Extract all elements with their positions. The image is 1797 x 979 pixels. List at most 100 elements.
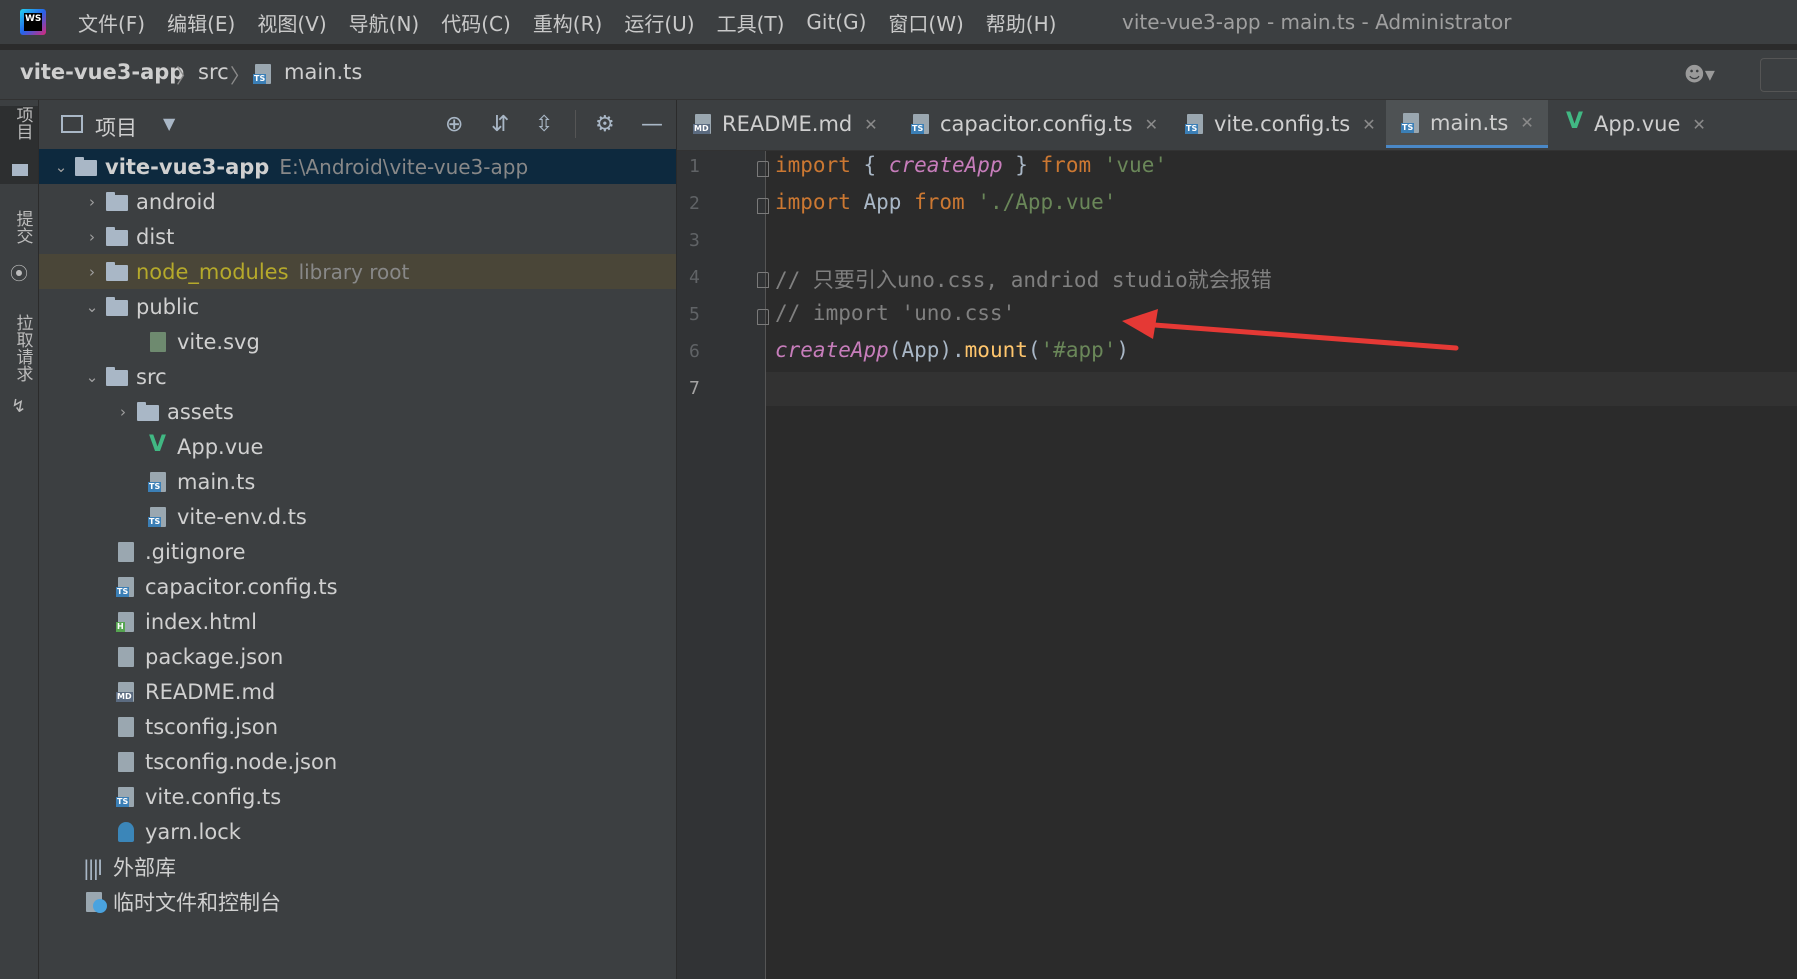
close-icon[interactable]: ✕ bbox=[1362, 115, 1375, 134]
chevron-right-icon[interactable]: › bbox=[84, 228, 100, 246]
menu-edit[interactable]: 编辑(E) bbox=[167, 8, 235, 37]
menu-git[interactable]: Git(G) bbox=[806, 10, 866, 34]
tree-item-tsconfig-node[interactable]: tsconfig.node.json bbox=[39, 744, 676, 779]
tree-item-project-root[interactable]: ⌄ vite-vue3-app E:\Android\vite-vue3-app bbox=[39, 149, 676, 184]
folder-icon bbox=[106, 261, 130, 283]
code-line-1[interactable]: import { createApp } from 'vue' bbox=[775, 153, 1167, 177]
menu-refactor[interactable]: 重构(R) bbox=[533, 8, 603, 37]
ts-file-icon: TS bbox=[115, 786, 139, 808]
tree-item-label: vite-env.d.ts bbox=[177, 504, 307, 529]
chevron-down-icon[interactable]: ⌄ bbox=[53, 158, 69, 176]
menu-window[interactable]: 窗口(W) bbox=[888, 8, 963, 37]
breadcrumb-project[interactable]: vite-vue3-app bbox=[20, 60, 184, 84]
menu-file[interactable]: 文件(F) bbox=[78, 8, 145, 37]
menu-tools[interactable]: 工具(T) bbox=[717, 8, 785, 37]
breadcrumb-src[interactable]: src bbox=[198, 60, 229, 84]
chevron-down-icon[interactable]: ▼ bbox=[163, 114, 175, 133]
close-icon[interactable]: ✕ bbox=[1520, 113, 1533, 132]
tree-item-label: index.html bbox=[145, 609, 257, 634]
chevron-down-icon[interactable]: ⌄ bbox=[84, 298, 100, 316]
code-line-5[interactable]: // import 'uno.css' bbox=[775, 301, 1015, 325]
tree-item-scratches[interactable]: 临时文件和控制台 bbox=[39, 884, 676, 919]
breadcrumb-file[interactable]: main.ts bbox=[284, 60, 362, 84]
line-number: 2 bbox=[689, 193, 700, 214]
code-line-6[interactable]: createApp(App).mount('#app') bbox=[775, 338, 1129, 362]
menu-run[interactable]: 运行(U) bbox=[624, 8, 694, 37]
tab-label: App.vue bbox=[1594, 112, 1681, 136]
pull-requests-tool-label: 拉取请求 bbox=[12, 314, 33, 382]
chevron-right-icon[interactable]: › bbox=[115, 403, 131, 421]
tree-item-android[interactable]: › android bbox=[39, 184, 676, 219]
ts-file-icon: TS bbox=[115, 576, 139, 598]
menu-view[interactable]: 视图(V) bbox=[257, 8, 326, 37]
locate-file-icon[interactable]: ⊕ bbox=[445, 112, 463, 137]
tab-label: README.md bbox=[722, 112, 853, 136]
window-title: vite-vue3-app - main.ts - Administrator bbox=[1122, 10, 1512, 34]
ts-file-icon: TS bbox=[910, 113, 934, 135]
tree-item-index-html[interactable]: H index.html bbox=[39, 604, 676, 639]
hide-panel-icon[interactable]: — bbox=[641, 112, 663, 137]
fold-marker-icon[interactable] bbox=[757, 198, 769, 214]
title-bar: WS 文件(F) 编辑(E) 视图(V) 导航(N) 代码(C) 重构(R) 运… bbox=[0, 0, 1797, 44]
fold-marker-icon[interactable] bbox=[757, 272, 769, 288]
tab-label: main.ts bbox=[1430, 110, 1509, 135]
tree-item-main-ts[interactable]: TS main.ts bbox=[39, 464, 676, 499]
tree-item-vite-config[interactable]: TS vite.config.ts bbox=[39, 779, 676, 814]
tree-item-capacitor-config[interactable]: TS capacitor.config.ts bbox=[39, 569, 676, 604]
tree-item-label: node_modules bbox=[136, 259, 289, 284]
tree-item-label: dist bbox=[136, 224, 175, 249]
tree-item-label: yarn.lock bbox=[145, 819, 241, 844]
run-widget[interactable] bbox=[1760, 58, 1797, 92]
ts-file-icon: TS bbox=[147, 471, 171, 493]
tree-item-gitignore[interactable]: .gitignore bbox=[39, 534, 676, 569]
fold-marker-icon[interactable] bbox=[757, 309, 769, 325]
close-icon[interactable]: ✕ bbox=[864, 115, 877, 134]
chevron-down-icon[interactable]: ⌄ bbox=[84, 368, 100, 386]
user-account-icon[interactable]: ☻▾ bbox=[1684, 62, 1715, 86]
collapse-all-icon[interactable]: ⇳ bbox=[535, 112, 553, 137]
tab-main-ts[interactable]: TS main.ts ✕ bbox=[1386, 100, 1548, 148]
tab-app-vue[interactable]: V App.vue ✕ bbox=[1564, 100, 1706, 148]
tree-item-vite-svg[interactable]: vite.svg bbox=[39, 324, 676, 359]
menu-help[interactable]: 帮助(H) bbox=[986, 8, 1057, 37]
tree-item-vite-env[interactable]: TS vite-env.d.ts bbox=[39, 499, 676, 534]
menu-code[interactable]: 代码(C) bbox=[441, 8, 511, 37]
tree-item-yarn-lock[interactable]: yarn.lock bbox=[39, 814, 676, 849]
line-number: 3 bbox=[689, 230, 700, 251]
code-line-4[interactable]: // 只要引入uno.css, andriod studio就会报错 bbox=[775, 264, 1272, 294]
tree-item-dist[interactable]: › dist bbox=[39, 219, 676, 254]
close-icon[interactable]: ✕ bbox=[1692, 115, 1705, 134]
tree-item-external-libraries[interactable]: |||l 外部库 bbox=[39, 849, 676, 884]
code-line-2[interactable]: import App from './App.vue' bbox=[775, 190, 1116, 214]
project-panel-title[interactable]: 项目 bbox=[95, 112, 137, 142]
md-file-icon: MD bbox=[115, 681, 139, 703]
tree-item-tsconfig[interactable]: tsconfig.json bbox=[39, 709, 676, 744]
tab-readme[interactable]: MD README.md ✕ bbox=[692, 100, 878, 148]
expand-all-icon[interactable]: ⇵ bbox=[491, 112, 509, 137]
gear-icon[interactable]: ⚙ bbox=[595, 112, 615, 137]
tree-item-public[interactable]: ⌄ public bbox=[39, 289, 676, 324]
html-file-icon: H bbox=[115, 611, 139, 633]
tree-item-label: tsconfig.json bbox=[145, 714, 279, 739]
tree-item-path: E:\Android\vite-vue3-app bbox=[279, 154, 529, 179]
fold-marker-icon[interactable] bbox=[757, 161, 769, 177]
close-icon[interactable]: ✕ bbox=[1145, 115, 1158, 134]
menu-navigate[interactable]: 导航(N) bbox=[349, 8, 420, 37]
tab-vite-config[interactable]: TS vite.config.ts ✕ bbox=[1184, 100, 1376, 148]
tree-item-src[interactable]: ⌄ src bbox=[39, 359, 676, 394]
tree-item-label: 外部库 bbox=[113, 855, 176, 880]
breadcrumb-separator: 〉 bbox=[176, 64, 196, 88]
tree-item-node-modules[interactable]: › node_modules library root bbox=[39, 254, 676, 289]
tab-capacitor-config[interactable]: TS capacitor.config.ts ✕ bbox=[910, 100, 1158, 148]
toolbar-divider bbox=[575, 110, 576, 138]
tree-item-label: main.ts bbox=[177, 469, 256, 494]
tree-item-package-json[interactable]: package.json bbox=[39, 639, 676, 674]
tree-item-readme[interactable]: MD README.md bbox=[39, 674, 676, 709]
pull-request-icon: ↯ bbox=[11, 396, 27, 417]
tree-item-assets[interactable]: › assets bbox=[39, 394, 676, 429]
chevron-right-icon[interactable]: › bbox=[84, 263, 100, 281]
folder-icon bbox=[75, 156, 99, 178]
tree-item-label: vite.config.ts bbox=[145, 784, 282, 809]
tree-item-app-vue[interactable]: V App.vue bbox=[39, 429, 676, 464]
chevron-right-icon[interactable]: › bbox=[84, 193, 100, 211]
